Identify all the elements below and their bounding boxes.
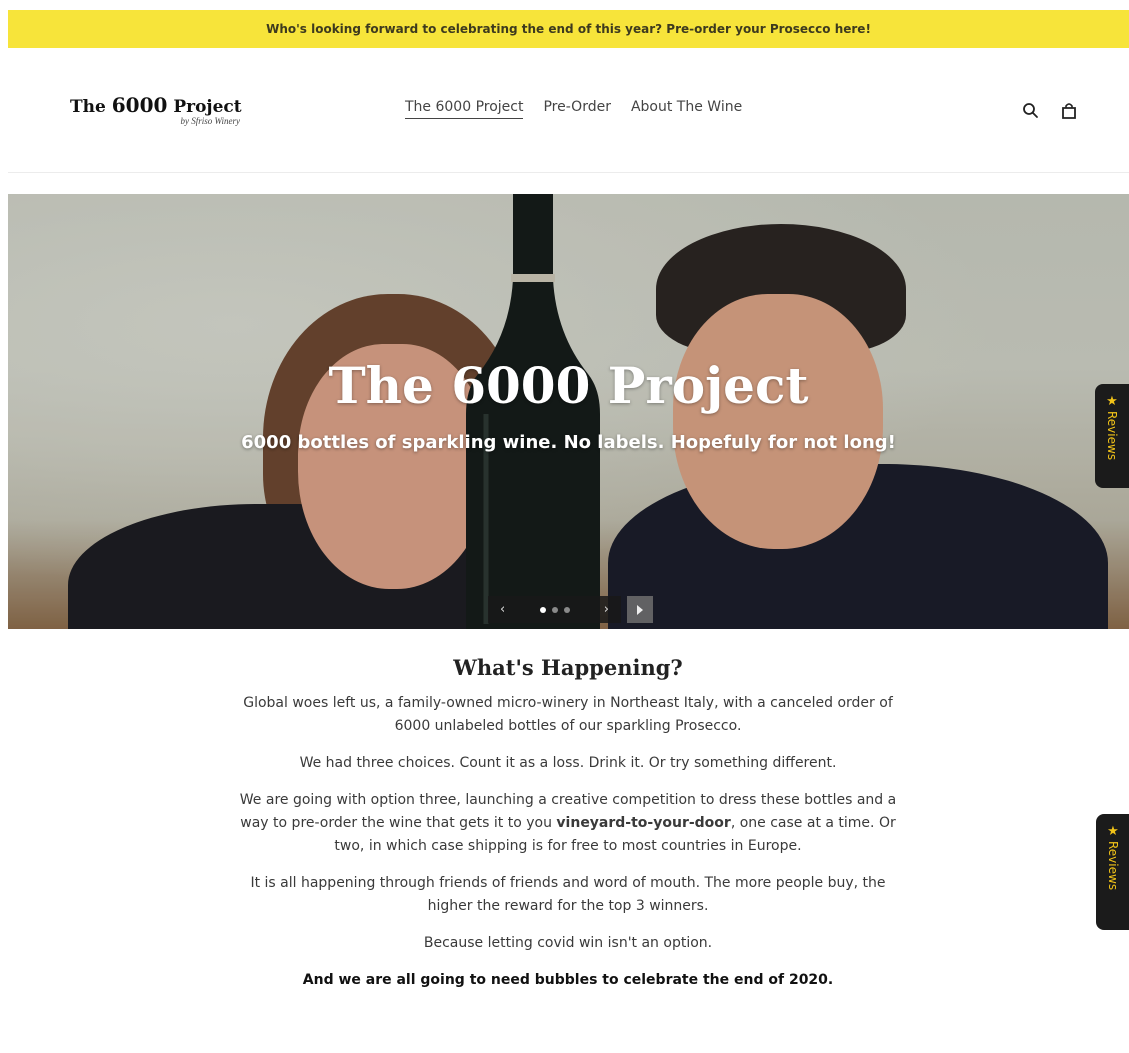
- pause-icon: [637, 604, 643, 615]
- pause-button[interactable]: [627, 596, 653, 623]
- chevron-left-icon[interactable]: ‹: [500, 602, 505, 617]
- section-heading: What's Happening?: [453, 655, 683, 680]
- paragraph: Because letting covid win isn't an optio…: [423, 935, 713, 951]
- site-logo[interactable]: The 6000 Project by Sfriso Winery: [70, 93, 250, 126]
- paragraph: We are going with option three, launchin…: [239, 792, 897, 854]
- nav-item-pre-order[interactable]: Pre-Order: [543, 99, 610, 119]
- site-header: The 6000 Project by Sfriso Winery The 60…: [8, 48, 1129, 173]
- main-nav: The 6000 Project Pre-Order About The Win…: [405, 99, 742, 119]
- reviews-tab[interactable]: ★ Reviews: [1096, 814, 1129, 930]
- closing-statement: And we are all going to need bubbles to …: [302, 972, 834, 988]
- whats-happening-section: What's Happening? Global woes left us, a…: [230, 655, 906, 1006]
- reviews-tab[interactable]: ★ Reviews: [1095, 384, 1129, 488]
- paragraph: It is all happening through friends of f…: [250, 875, 886, 914]
- announcement-bar[interactable]: Who's looking forward to celebrating the…: [8, 10, 1129, 48]
- star-icon: ★: [1106, 394, 1118, 409]
- search-icon[interactable]: [1021, 101, 1041, 121]
- reviews-tab-label: Reviews: [1105, 411, 1119, 461]
- hero-subtitle: 6000 bottles of sparkling wine. No label…: [241, 432, 896, 453]
- paragraph: Global woes left us, a family-owned micr…: [243, 695, 893, 734]
- slide-dots: [539, 606, 570, 613]
- cart-icon[interactable]: [1059, 101, 1079, 121]
- logo-tagline: by Sfriso Winery: [180, 116, 241, 126]
- hero-slideshow: The 6000 Project 6000 bottles of sparkli…: [8, 194, 1129, 629]
- nav-item-about-the-wine[interactable]: About The Wine: [631, 99, 742, 119]
- slideshow-nav: ‹ ›: [488, 596, 621, 623]
- hero-title: The 6000 Project: [328, 356, 809, 415]
- slide-dot[interactable]: [539, 606, 546, 613]
- slide-dot[interactable]: [551, 606, 558, 613]
- paragraph: We had three choices. Count it as a loss…: [299, 755, 837, 771]
- chevron-right-icon[interactable]: ›: [604, 602, 609, 617]
- header-icons: [1021, 101, 1079, 121]
- logo-title: The 6000 Project: [70, 93, 242, 117]
- star-icon: ★: [1107, 824, 1119, 839]
- nav-item-the-6000-project[interactable]: The 6000 Project: [405, 99, 524, 119]
- slideshow-controls: ‹ ›: [488, 596, 653, 623]
- slide-dot[interactable]: [563, 606, 570, 613]
- highlight-text: vineyard-to-your-door: [556, 815, 731, 831]
- reviews-tab-label: Reviews: [1106, 841, 1120, 891]
